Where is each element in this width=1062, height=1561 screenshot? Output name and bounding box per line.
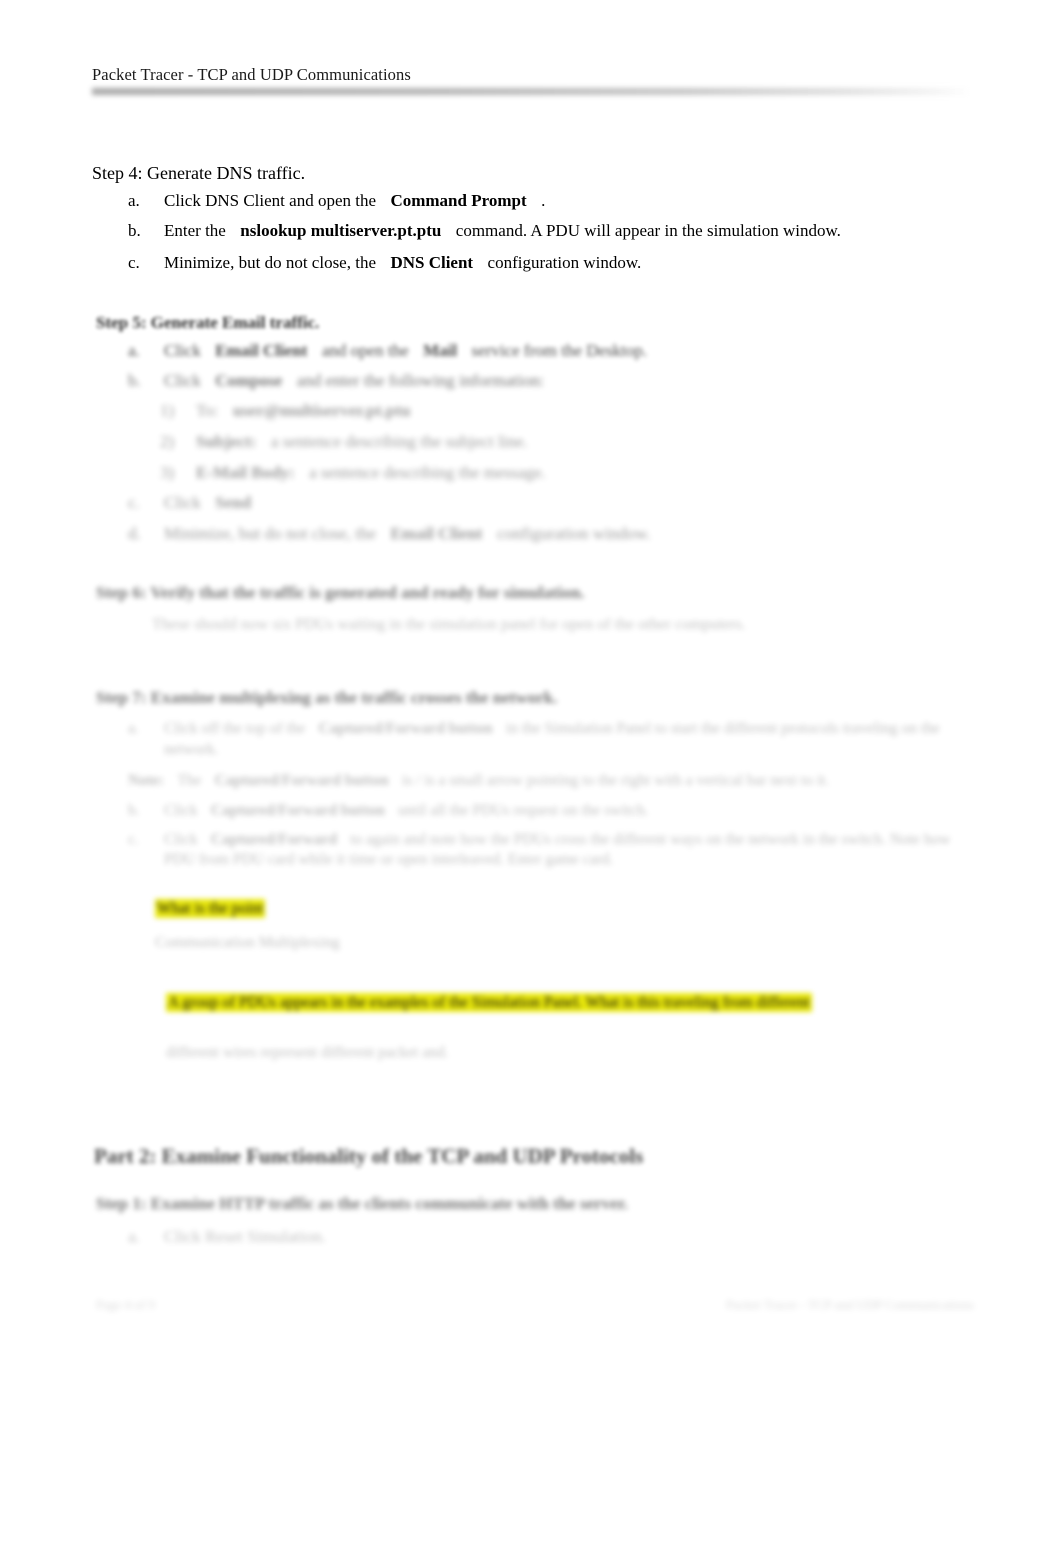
list-marker: b. (128, 802, 140, 819)
list-item: c. Click Send (128, 490, 928, 516)
header-title: Packet Tracer - TCP and UDP Communicatio… (92, 65, 411, 84)
list-text: Minimize, but do not close, the Email Cli… (164, 524, 651, 543)
highlight-text: A group of PDUs appears in the examples … (166, 993, 812, 1012)
list-item: 1) To: user@multiserver.pt.ptu (160, 398, 960, 424)
list-text: To: user@multiserver.pt.ptu (196, 401, 411, 420)
list-marker: 2) (160, 432, 175, 451)
list-marker: 1) (160, 401, 175, 420)
list-text: Click Email Client and open the Mail service… (164, 341, 648, 360)
list-item: b. Click Captured/Forward button until all… (128, 800, 958, 822)
list-marker: a. (128, 341, 140, 360)
list-item: c. Minimize, but do not close, the DNS Cl… (128, 250, 948, 276)
list-marker: a. (128, 720, 139, 737)
list-text: Enter the nslookup multiserver.pt.ptu comm… (164, 221, 841, 240)
step7-heading: Step 7: Examine multiplexing as the traf… (96, 688, 558, 707)
list-marker: 3) (160, 463, 175, 482)
step7-note: Note: The Captured/Forward button is / is a… (128, 772, 830, 789)
note-label: Note: (128, 772, 165, 789)
question-1-highlight: What is the point (155, 898, 266, 920)
question-2-answer: different wires represent different pack… (166, 1044, 449, 1061)
step5-heading: Step 5: Generate Email traffic. (96, 313, 320, 332)
list-item: a. Click Email Client and open the Mail serv… (128, 338, 968, 364)
list-item: a. Click off the top of the Captured/Forw… (128, 718, 958, 760)
document-page: Packet Tracer - TCP and UDP Communicatio… (0, 0, 1062, 1561)
question-1-answer: Communication Multiplexing (155, 934, 340, 951)
list-marker: c. (128, 493, 140, 512)
list-text: Click DNS Client and open the Command Pro… (164, 191, 546, 210)
list-item: d. Minimize, but do not close, the Email … (128, 521, 948, 547)
document-header: Packet Tracer - TCP and UDP Communicatio… (92, 64, 972, 86)
list-marker: b. (128, 371, 141, 390)
list-text: Click Reset Simulation. (164, 1227, 326, 1246)
list-marker: c. (128, 253, 140, 272)
list-marker: b. (128, 221, 141, 240)
list-marker: d. (128, 524, 141, 543)
list-item: 3) E-Mail Body: a sentence describing the… (160, 460, 960, 486)
list-item: c. Click Captured/Forward to again and not… (128, 830, 958, 870)
list-text: Subject: a sentence describing the subjec… (196, 432, 528, 451)
list-item: a. Click Reset Simulation. (128, 1224, 928, 1250)
highlight-text: What is the point (155, 899, 266, 918)
list-text: Click Captured/Forward button until all th… (164, 802, 649, 819)
footer-page-number: Page 4 of 9 (96, 1297, 155, 1312)
list-marker: a. (128, 1227, 140, 1246)
list-text: Click Send (164, 493, 252, 512)
header-divider (92, 88, 970, 95)
list-text: Click Captured/Forward to again and note h… (164, 831, 951, 868)
list-item: b. Click Compose and enter the following i… (128, 368, 968, 394)
part2-step-heading: Step 1: Examine HTTP traffic as the clie… (96, 1194, 628, 1213)
list-item: a. Click DNS Client and open the Command … (128, 188, 948, 214)
step4-heading: Step 4: Generate DNS traffic. (92, 163, 306, 183)
question-2-highlight: A group of PDUs appears in the examples … (166, 992, 958, 1014)
list-marker: c. (128, 831, 139, 848)
step6-body: These should now six PDUs waiting in the… (152, 616, 746, 633)
list-text: Click Compose and enter the following info… (164, 371, 545, 390)
list-item: b. Enter the nslookup multiserver.pt.ptu c… (128, 218, 948, 244)
list-item: 2) Subject: a sentence describing the sub… (160, 429, 960, 455)
list-text: E-Mail Body: a sentence describing the me… (196, 463, 546, 482)
list-text: Minimize, but do not close, the DNS Clien… (164, 253, 642, 272)
list-marker: a. (128, 191, 140, 210)
part2-heading: Part 2: Examine Functionality of the TCP… (94, 1144, 644, 1168)
list-text: Click off the top of the Captured/Forward… (164, 720, 940, 758)
step6-heading: Step 6: Verify that the traffic is gener… (96, 583, 585, 602)
footer-document-name: Packet Tracer - TCP and UDP Communicatio… (726, 1297, 974, 1312)
